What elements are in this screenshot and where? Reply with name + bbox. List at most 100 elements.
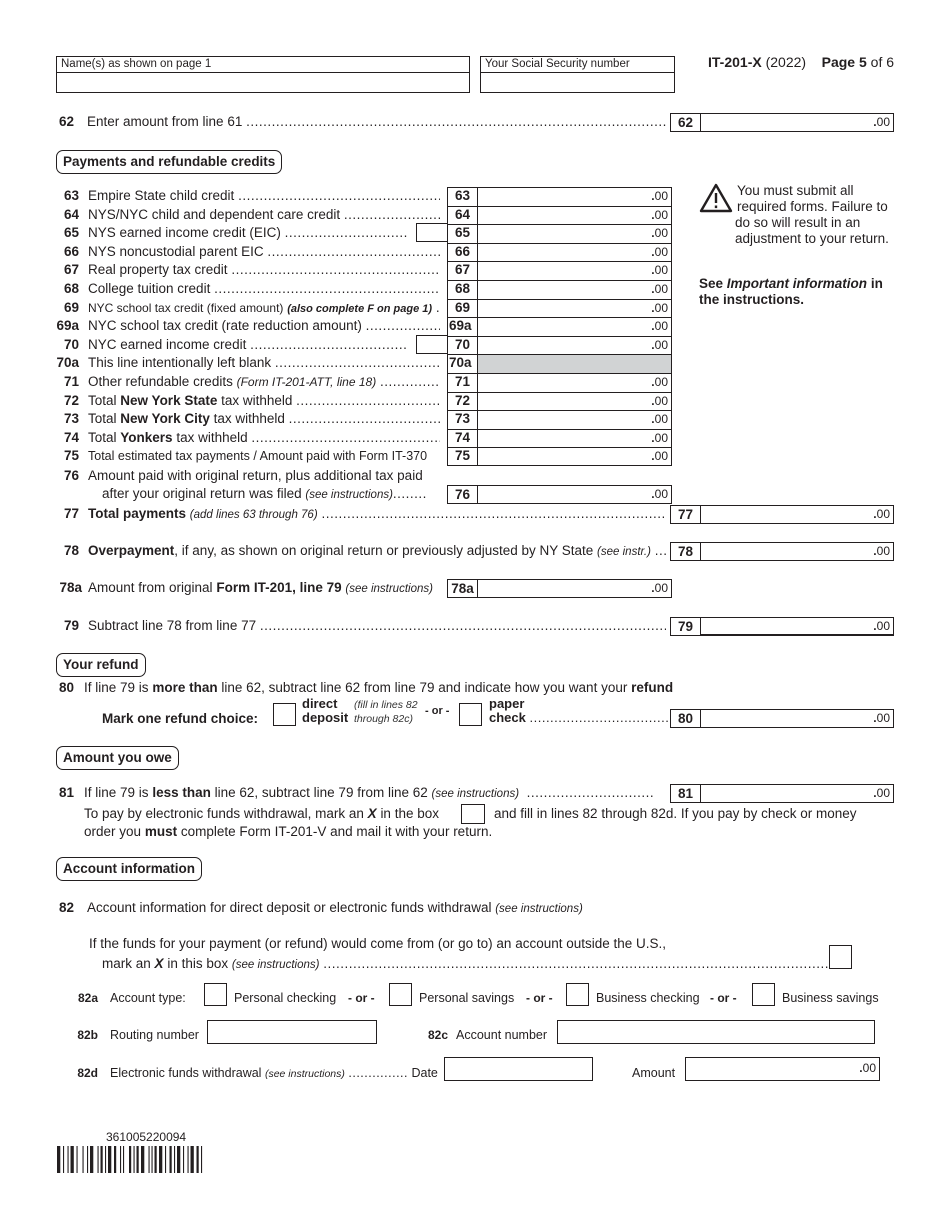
line-80-input[interactable] — [701, 710, 893, 727]
line-68-input[interactable] — [478, 281, 671, 299]
barcode-bar — [174, 1146, 176, 1173]
line-63-amount: 63.00 — [447, 187, 672, 206]
cents-label: .00 — [873, 786, 890, 800]
or-separator: - or - — [348, 989, 375, 1007]
line-79-input[interactable] — [701, 618, 893, 634]
line-65-number: 65 — [63, 225, 79, 241]
or-text: - or - — [526, 991, 553, 1005]
date-input[interactable] — [445, 1058, 592, 1080]
label-text: NYC school tax credit (rate reduction am… — [88, 318, 362, 334]
business-savings-checkbox[interactable] — [752, 983, 775, 1006]
line-73-input[interactable] — [478, 411, 671, 429]
foreign-account-checkbox[interactable] — [829, 945, 852, 969]
account-number-input[interactable] — [558, 1021, 874, 1043]
paper-check-label-2-text: check — [489, 710, 526, 725]
efw-t2: in the box — [380, 806, 439, 821]
line-70-input[interactable] — [478, 336, 671, 355]
line-75-input[interactable] — [478, 448, 671, 465]
line-62-number: 62 — [58, 114, 74, 129]
line-75-amount: 75.00 — [447, 447, 672, 466]
line-70-code-box[interactable] — [416, 334, 448, 354]
direct-deposit-note-1: (fill in lines 82 — [354, 699, 418, 711]
line-62-input[interactable] — [701, 114, 893, 131]
line-78a-input[interactable] — [478, 580, 671, 597]
efw-amount-input[interactable] — [686, 1058, 879, 1080]
line-79-box-number: 79 — [670, 617, 700, 636]
line-75-label: Total estimated tax payments / Amount pa… — [88, 447, 440, 465]
line-66-amount: 66.00 — [447, 242, 672, 262]
line-71-input[interactable] — [478, 374, 671, 392]
line-box-number: 74 — [447, 428, 477, 448]
line-67-input[interactable] — [478, 262, 671, 280]
line-81-input[interactable] — [701, 785, 893, 802]
line-82b-number: 82b — [77, 1028, 98, 1042]
personal-savings-checkbox[interactable] — [389, 983, 412, 1006]
account-number-field — [557, 1020, 875, 1044]
cents-label: .00 — [651, 263, 668, 278]
line-65-code-box[interactable] — [416, 223, 448, 243]
line-82c-number: 82c — [427, 1028, 448, 1042]
see-italic: Important information — [726, 276, 868, 291]
paper-check-label: paper check ............................… — [489, 697, 669, 725]
personal-checking-label: Personal checking — [234, 991, 337, 1005]
line-78a-bold: Form IT-201, line 79 — [216, 580, 342, 595]
cents-label: .00 — [859, 1061, 876, 1075]
warning-triangle-icon — [699, 183, 733, 213]
line-69-input[interactable] — [478, 299, 671, 318]
line-65-input[interactable] — [478, 225, 671, 243]
line-81-box-number: 81 — [670, 784, 700, 803]
line-77-box-number: 77 — [670, 505, 700, 524]
or-text: - or - — [710, 991, 737, 1005]
direct-deposit-label: direct deposit — [302, 697, 348, 725]
business-checking-checkbox[interactable] — [566, 983, 589, 1006]
line-70-label: NYC earned income credit ...............… — [88, 336, 408, 352]
line-72-input[interactable] — [478, 392, 671, 411]
line-74-amount: 74.00 — [447, 428, 672, 448]
line-78-text: , if any, as shown on original return or… — [174, 543, 594, 558]
label-text: NYS earned income credit (EIC) — [88, 225, 281, 241]
direct-deposit-checkbox[interactable] — [273, 703, 296, 726]
ssn-input[interactable] — [481, 73, 674, 92]
line-70a-number: 70a — [56, 355, 79, 371]
line-78-input[interactable] — [701, 543, 893, 560]
line-82-text: Account information for direct deposit o… — [87, 900, 492, 915]
line-66-input[interactable] — [478, 243, 671, 262]
cents-label: .00 — [651, 430, 668, 445]
label-note: (also complete F on page 1) — [287, 302, 433, 315]
line-80-number: 80 — [58, 680, 74, 695]
line-77-input[interactable] — [701, 506, 893, 523]
line-box-number: 66 — [447, 242, 477, 262]
section-payments-heading: Payments and refundable credits — [56, 150, 283, 174]
line-box-number: 69a — [447, 317, 477, 336]
label-post: tax withheld — [213, 411, 285, 427]
line-69a-input[interactable] — [478, 318, 671, 336]
line-64-input[interactable] — [478, 206, 671, 225]
name-input[interactable] — [57, 73, 469, 92]
line-65-label: NYS earned income credit (EIC) .........… — [88, 225, 408, 241]
label-text: NYC school tax credit (fixed amount) — [88, 300, 284, 315]
line-76-box-number: 76 — [447, 485, 477, 504]
line-74-input[interactable] — [478, 429, 671, 448]
efw-checkbox[interactable] — [461, 804, 485, 824]
line-73-label: Total New York City tax withheld .......… — [88, 411, 440, 427]
line-74-label: Total Yonkers tax withheld .............… — [88, 429, 440, 445]
routing-number-input[interactable] — [208, 1021, 376, 1043]
barcode-bar — [57, 1146, 61, 1173]
barcode-bar — [141, 1146, 145, 1173]
line-81-label: If line 79 is less than line 62, subtrac… — [84, 785, 655, 800]
barcode-bar — [165, 1146, 167, 1173]
line-76-amount: 76 .00 — [447, 485, 672, 504]
line-76-input[interactable] — [478, 486, 671, 503]
paper-check-checkbox[interactable] — [459, 703, 482, 726]
line-80-box-number: 80 — [670, 709, 700, 728]
cents-label: .00 — [873, 507, 890, 521]
form-number: IT-201-X — [708, 54, 762, 70]
barcode-bar — [76, 1146, 78, 1173]
foreign-t3: in this box — [167, 956, 229, 971]
line-63-label: Empire State child credit ..............… — [88, 188, 440, 203]
barcode-bar — [120, 1146, 122, 1173]
line-63-input[interactable] — [478, 188, 671, 206]
personal-checking-checkbox[interactable] — [204, 983, 227, 1006]
barcode-bar — [201, 1146, 203, 1173]
barcode-bar — [136, 1146, 139, 1173]
